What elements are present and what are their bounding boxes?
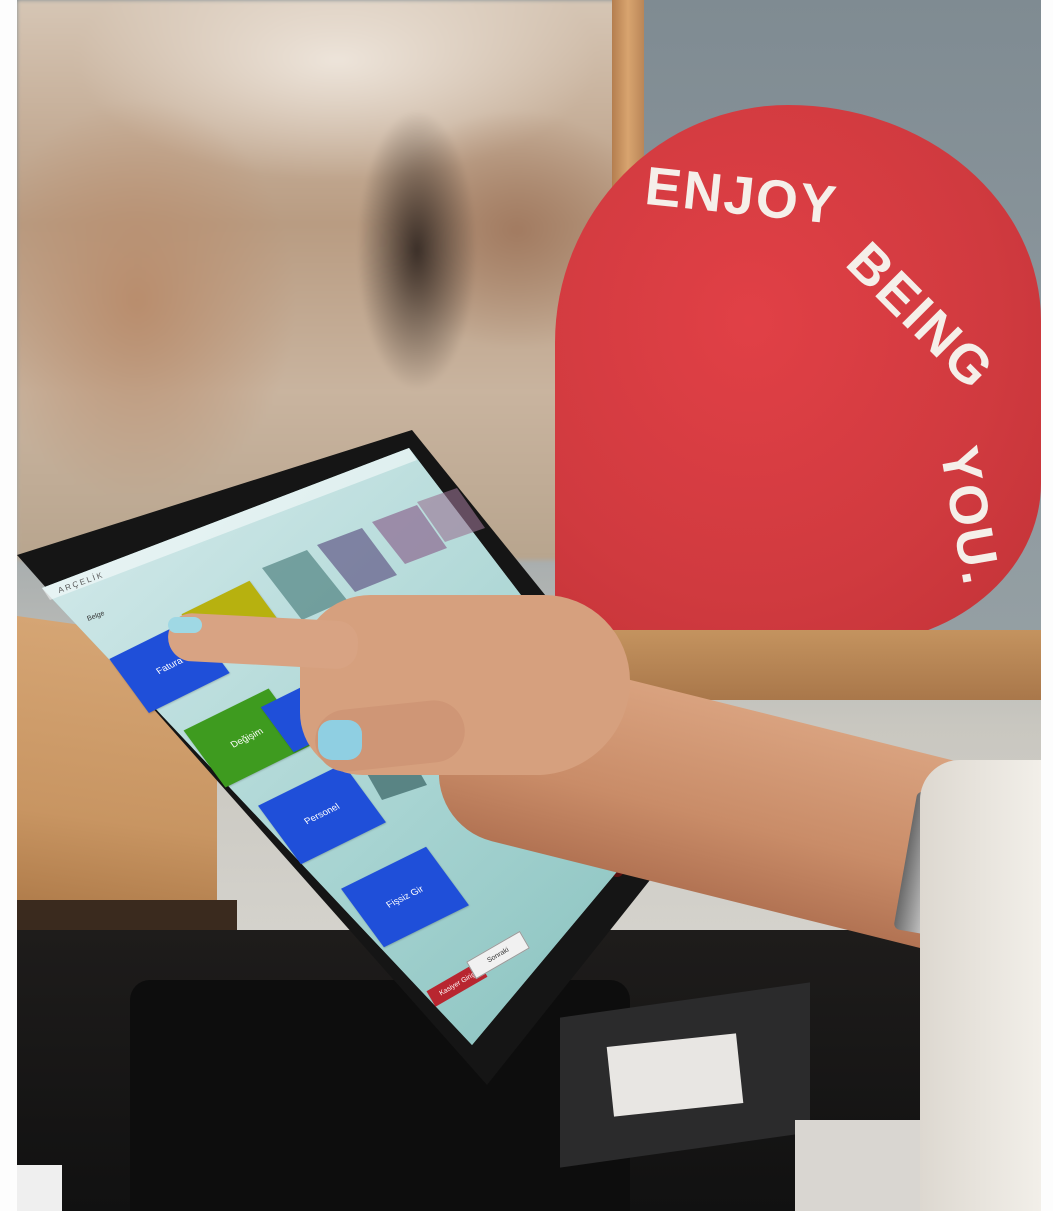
photo-scene: ENJOY BEING YOU. ARÇELİK Belge Fatura De… <box>0 0 1053 1211</box>
sign-text-enjoy: ENJOY <box>642 156 841 236</box>
shirt-sleeve <box>920 760 1041 1211</box>
tile-label: Fişsiz Gir <box>384 884 426 910</box>
frame-edge-right <box>1041 0 1053 1211</box>
thumbnail <box>318 720 362 760</box>
sign-text-being: BEING <box>835 230 1006 402</box>
tile-label: Fatura <box>154 655 185 677</box>
tile-label: Personel <box>302 801 342 827</box>
tile-label: Değişim <box>228 726 266 750</box>
sign-text-you: YOU. <box>928 441 1012 591</box>
floor-area <box>795 1120 925 1211</box>
frame-edge-left <box>0 0 17 1211</box>
next-label: Sonraki <box>485 946 511 964</box>
fingernail <box>168 617 202 633</box>
cup <box>17 1165 62 1211</box>
